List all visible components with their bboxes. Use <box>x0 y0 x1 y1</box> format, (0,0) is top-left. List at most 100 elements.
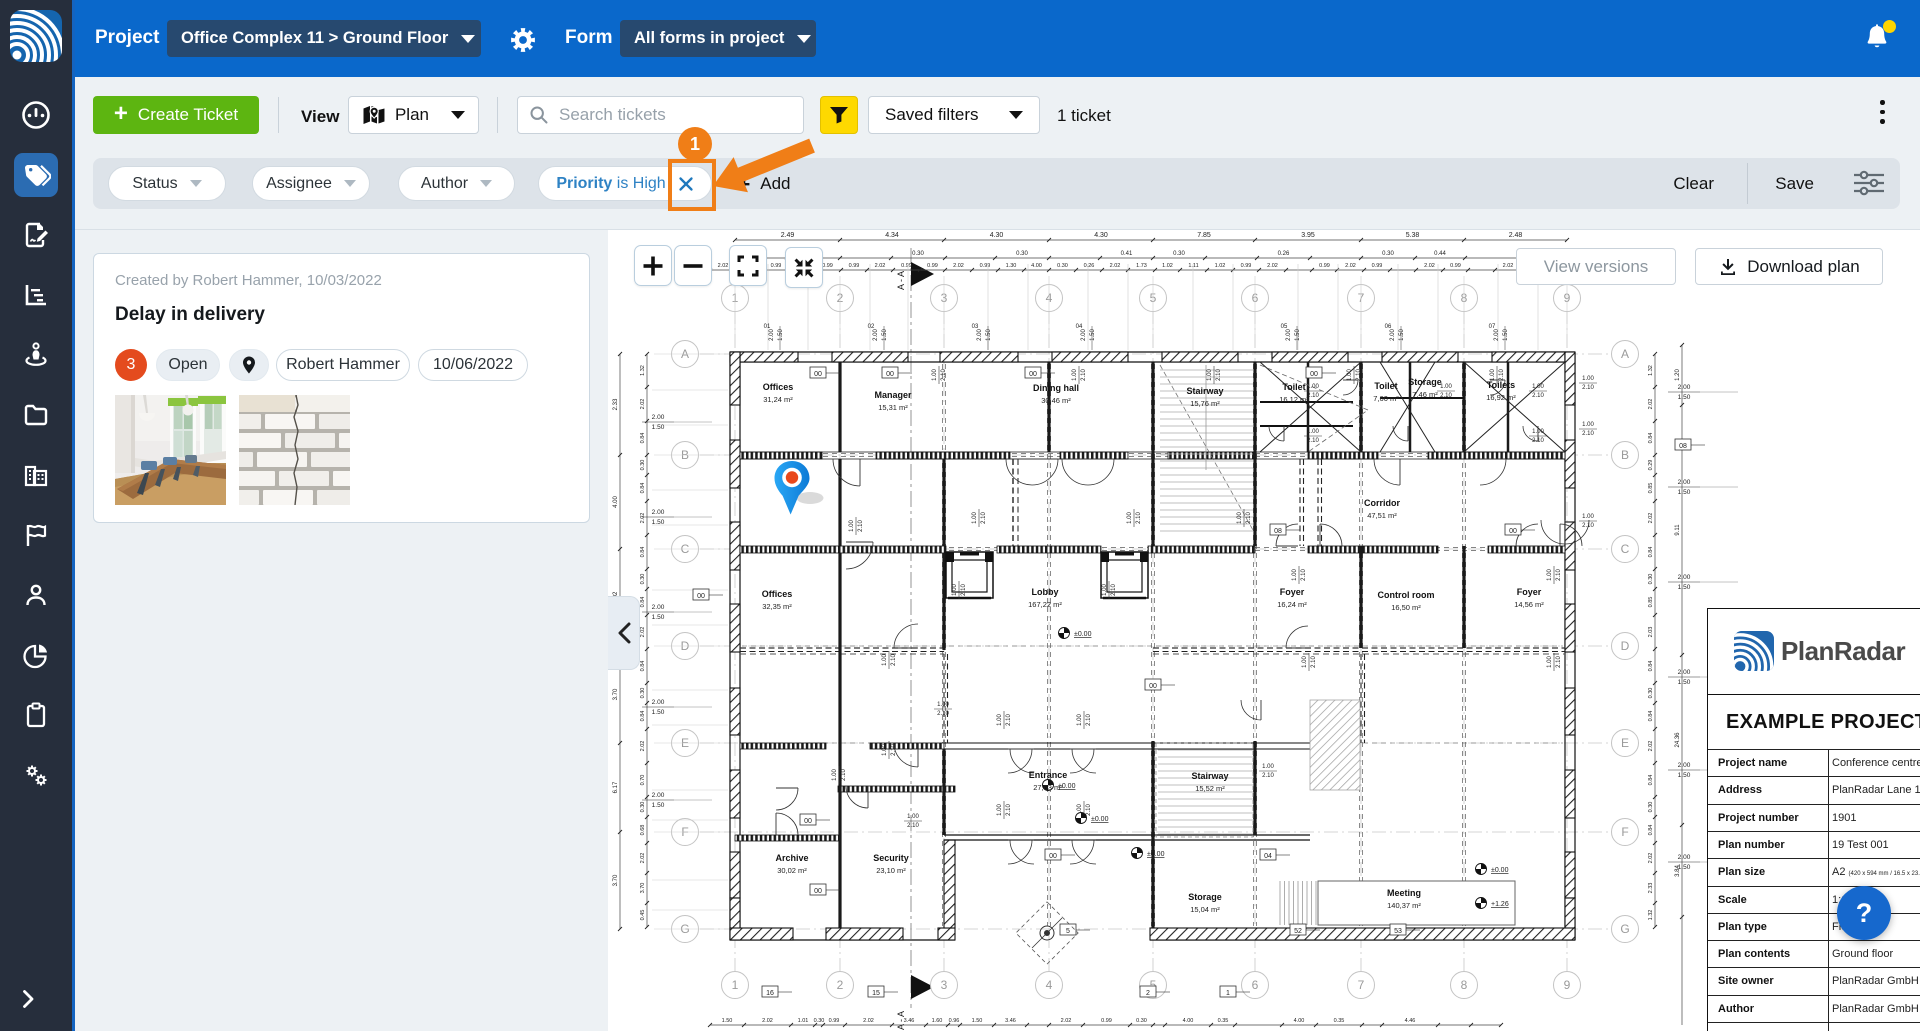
svg-text:1.50: 1.50 <box>1295 329 1301 341</box>
svg-text:00: 00 <box>1310 371 1318 378</box>
svg-text:1.30: 1.30 <box>1006 263 1017 269</box>
svg-text:2.00: 2.00 <box>652 414 665 421</box>
svg-text:2.02: 2.02 <box>640 513 646 524</box>
svg-text:1.00: 1.00 <box>1237 512 1243 524</box>
svg-text:2.10: 2.10 <box>941 369 947 381</box>
svg-text:1.50: 1.50 <box>1678 772 1691 779</box>
svg-text:2: 2 <box>1146 990 1150 997</box>
svg-text:Security: Security <box>873 853 909 863</box>
svg-text:Meeting: Meeting <box>1387 888 1421 898</box>
svg-text:1.00: 1.00 <box>932 369 938 381</box>
svg-text:0.26: 0.26 <box>1278 251 1290 257</box>
svg-text:1.50: 1.50 <box>1090 329 1096 341</box>
svg-text:7,60 m²: 7,60 m² <box>1373 394 1399 403</box>
svg-text:00: 00 <box>1049 853 1057 860</box>
svg-text:2.02: 2.02 <box>1648 513 1654 524</box>
svg-text:0.84: 0.84 <box>640 661 646 672</box>
svg-text:0.30: 0.30 <box>640 574 646 585</box>
svg-text:04: 04 <box>1264 853 1272 860</box>
svg-text:0.41: 0.41 <box>1121 251 1133 257</box>
svg-text:02: 02 <box>868 324 875 330</box>
svg-text:2.02: 2.02 <box>1061 1018 1072 1024</box>
svg-text:1.50: 1.50 <box>652 519 665 526</box>
svg-text:00: 00 <box>814 371 822 378</box>
svg-text:2.02: 2.02 <box>953 263 964 269</box>
svg-text:Stairway: Stairway <box>1186 386 1223 396</box>
svg-text:0.99: 0.99 <box>829 1018 840 1024</box>
svg-text:0.30: 0.30 <box>1057 263 1068 269</box>
svg-text:4.30: 4.30 <box>1094 232 1108 239</box>
svg-text:0.99: 0.99 <box>1101 1018 1112 1024</box>
svg-text:1.00: 1.00 <box>849 520 855 532</box>
svg-text:A: A <box>1621 347 1629 361</box>
svg-text:167,22 m²: 167,22 m² <box>1028 600 1062 609</box>
svg-text:Toilet: Toilet <box>1374 381 1397 391</box>
svg-text:2.10: 2.10 <box>1086 714 1092 726</box>
svg-text:140,37 m²: 140,37 m² <box>1387 901 1421 910</box>
svg-text:2.10: 2.10 <box>981 512 987 524</box>
svg-text:0.84: 0.84 <box>1648 661 1654 672</box>
svg-text:16,92 m²: 16,92 m² <box>1486 393 1516 402</box>
svg-text:Dining hall: Dining hall <box>1033 383 1079 393</box>
svg-text:00: 00 <box>804 818 812 825</box>
svg-text:2.02: 2.02 <box>1110 263 1121 269</box>
svg-text:52: 52 <box>1294 928 1302 935</box>
svg-text:1.00: 1.00 <box>1307 429 1319 435</box>
svg-text:2.10: 2.10 <box>961 584 967 596</box>
svg-text:2.10: 2.10 <box>937 711 949 717</box>
svg-text:0.84: 0.84 <box>640 597 646 608</box>
svg-text:2.02: 2.02 <box>875 263 886 269</box>
svg-text:2.10: 2.10 <box>1582 523 1594 529</box>
svg-text:1.73: 1.73 <box>1136 263 1147 269</box>
svg-text:00: 00 <box>1509 528 1517 535</box>
svg-text:0.96: 0.96 <box>949 1018 960 1024</box>
svg-text:2.10: 2.10 <box>1556 656 1562 668</box>
svg-text:Archive: Archive <box>775 853 808 863</box>
svg-text:30,46 m²: 30,46 m² <box>1041 396 1071 405</box>
svg-text:2.49: 2.49 <box>781 232 795 239</box>
svg-text:1.11: 1.11 <box>1188 263 1198 269</box>
svg-text:16,12 m²: 16,12 m² <box>1279 395 1309 404</box>
svg-text:3.95: 3.95 <box>1301 232 1315 239</box>
svg-text:1.00: 1.00 <box>1127 512 1133 524</box>
svg-text:1.00: 1.00 <box>1582 422 1594 428</box>
svg-text:2.10: 2.10 <box>1086 804 1092 816</box>
svg-text:15,31 m²: 15,31 m² <box>878 403 908 412</box>
svg-text:Storage: Storage <box>1408 377 1442 387</box>
svg-text:2.10: 2.10 <box>891 654 897 666</box>
svg-text:2.02: 2.02 <box>762 1018 773 1024</box>
svg-text:2.00: 2.00 <box>1678 479 1691 486</box>
svg-text:1.00: 1.00 <box>1532 429 1544 435</box>
svg-text:9: 9 <box>1564 978 1571 992</box>
svg-text:±0.00: ±0.00 <box>1091 816 1109 823</box>
svg-text:1.02: 1.02 <box>1162 263 1173 269</box>
svg-text:15: 15 <box>872 990 880 997</box>
svg-text:2.10: 2.10 <box>1301 569 1307 581</box>
svg-text:1.50: 1.50 <box>1678 864 1691 871</box>
svg-text:1.20: 1.20 <box>1675 369 1681 381</box>
svg-text:0.99: 0.99 <box>927 263 938 269</box>
svg-text:Stairway: Stairway <box>1191 771 1228 781</box>
svg-text:2.10: 2.10 <box>1307 393 1319 399</box>
svg-text:0.30: 0.30 <box>1648 574 1654 585</box>
svg-text:2.00: 2.00 <box>873 329 879 341</box>
svg-text:2.00: 2.00 <box>1678 669 1691 676</box>
svg-text:2.02: 2.02 <box>640 399 646 410</box>
svg-text:08: 08 <box>1274 528 1282 535</box>
svg-text:4.34: 4.34 <box>885 232 899 239</box>
svg-text:0.84: 0.84 <box>640 711 646 722</box>
svg-text:1.50: 1.50 <box>986 329 992 341</box>
svg-text:1.32: 1.32 <box>1648 365 1654 376</box>
svg-text:0.26: 0.26 <box>1084 263 1095 269</box>
svg-text:32,35 m²: 32,35 m² <box>762 602 792 611</box>
svg-text:A - A: A - A <box>896 271 906 290</box>
svg-text:1.50: 1.50 <box>722 1018 733 1024</box>
svg-text:7.85: 7.85 <box>1197 232 1211 239</box>
svg-text:8: 8 <box>1461 978 1468 992</box>
svg-text:2.00: 2.00 <box>652 509 665 516</box>
svg-text:B: B <box>1621 448 1629 462</box>
svg-text:0.84: 0.84 <box>1648 547 1654 558</box>
svg-text:07: 07 <box>1489 324 1496 330</box>
svg-text:0.84: 0.84 <box>640 483 646 494</box>
svg-text:2.02: 2.02 <box>863 1018 874 1024</box>
